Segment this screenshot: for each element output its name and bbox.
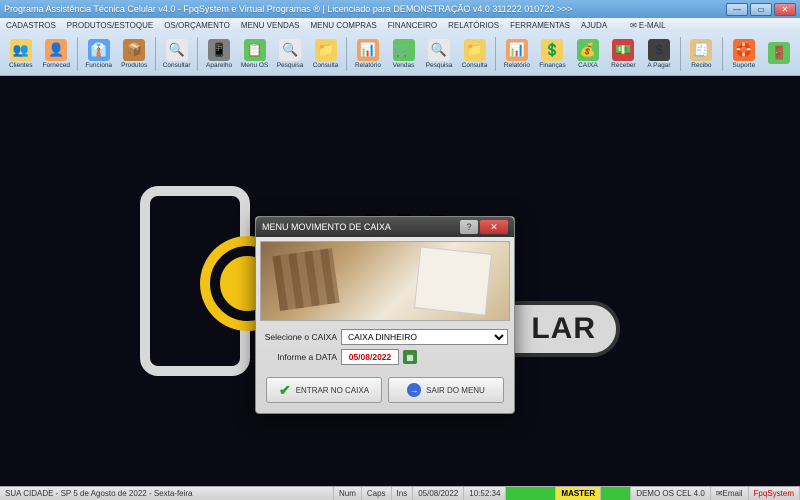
menu-relatorios[interactable]: RELATÓRIOS	[448, 21, 499, 30]
dialog-title: MENU MOVIMENTO DE CAIXA	[262, 222, 460, 232]
date-label: Informe a DATA	[262, 352, 337, 362]
status-master: MASTER	[556, 487, 601, 500]
window-title: Programa Assistência Técnica Celular v4.…	[4, 4, 726, 14]
menu-financeiro[interactable]: FINANCEIRO	[388, 21, 437, 30]
toolbar-icon: 👔	[88, 39, 110, 61]
caixa-select-label: Selecione o CAIXA	[262, 332, 337, 342]
toolbar-icon: 📋	[244, 39, 266, 61]
menubar: CADASTROS PRODUTOS/ESTOQUE OS/ORÇAMENTO …	[0, 18, 800, 32]
toolbar-relatório[interactable]: 📊Relatório	[500, 34, 534, 74]
toolbar-consultar[interactable]: 🔍Consultar	[160, 34, 194, 74]
toolbar-aparelho[interactable]: 📱Aparelho	[202, 34, 236, 74]
toolbar-icon: $	[648, 39, 670, 61]
dialog-banner-image	[260, 241, 510, 321]
workspace: O NA LAR MENU MOVIMENTO DE CAIXA ? ✕ Sel…	[0, 76, 800, 486]
toolbar-icon: 📊	[506, 39, 528, 61]
toolbar-consulta[interactable]: 📁Consulta	[458, 34, 492, 74]
menu-vendas[interactable]: MENU VENDAS	[241, 21, 300, 30]
menu-os[interactable]: OS/ORÇAMENTO	[164, 21, 230, 30]
toolbar-finanças[interactable]: 💲Finanças	[536, 34, 570, 74]
toolbar: 👥Clientes👤Forneced👔Funciona📦Produtos 🔍Con…	[0, 32, 800, 76]
toolbar-clientes[interactable]: 👥Clientes	[4, 34, 38, 74]
maximize-button[interactable]: ▭	[750, 3, 772, 16]
status-ins: Ins	[392, 487, 414, 500]
toolbar-pesquisa[interactable]: 🔍Pesquisa	[273, 34, 307, 74]
toolbar-menu os[interactable]: 📋Menu OS	[238, 34, 272, 74]
dialog-titlebar[interactable]: MENU MOVIMENTO DE CAIXA ? ✕	[256, 217, 514, 237]
toolbar-suporte[interactable]: 🛟Suporte	[727, 34, 761, 74]
menu-ajuda[interactable]: AJUDA	[581, 21, 607, 30]
dialog-close-button[interactable]: ✕	[480, 220, 508, 234]
menu-cadastros[interactable]: CADASTROS	[6, 21, 56, 30]
status-brand: FpqSystem	[749, 487, 800, 500]
calendar-icon[interactable]: ▦	[403, 350, 417, 364]
toolbar-icon: 📁	[315, 39, 337, 61]
status-caps: Caps	[362, 487, 392, 500]
toolbar-receber[interactable]: 💵Receber	[607, 34, 641, 74]
status-date: 05/08/2022	[413, 487, 464, 500]
status-indicator-green2	[601, 487, 631, 500]
caixa-select[interactable]: CAIXA DINHEIRO	[341, 329, 508, 345]
toolbar-caixa[interactable]: 💰CAIXA	[571, 34, 605, 74]
status-indicator-green	[506, 487, 556, 500]
toolbar-exit[interactable]: 🚪	[763, 34, 797, 74]
toolbar-icon: 📱	[208, 39, 230, 61]
status-time: 10:52:34	[464, 487, 506, 500]
toolbar-consulta[interactable]: 📁Consulta	[309, 34, 343, 74]
toolbar-icon: 🔍	[279, 39, 301, 61]
status-num: Num	[334, 487, 362, 500]
toolbar-funciona[interactable]: 👔Funciona	[82, 34, 116, 74]
toolbar-a pagar[interactable]: $A Pagar	[642, 34, 676, 74]
arrow-right-icon: →	[407, 383, 421, 397]
caixa-dialog: MENU MOVIMENTO DE CAIXA ? ✕ Selecione o …	[255, 216, 515, 414]
window-titlebar: Programa Assistência Técnica Celular v4.…	[0, 0, 800, 18]
toolbar-icon: 🔍	[428, 39, 450, 61]
toolbar-vendas[interactable]: 🛒Vendas	[387, 34, 421, 74]
toolbar-relatório[interactable]: 📊Relatório	[351, 34, 385, 74]
menu-produtos[interactable]: PRODUTOS/ESTOQUE	[67, 21, 153, 30]
toolbar-recibo[interactable]: 🧾Recibo	[685, 34, 719, 74]
toolbar-icon: 💵	[612, 39, 634, 61]
minimize-button[interactable]: —	[726, 3, 748, 16]
menu-ferramentas[interactable]: FERRAMENTAS	[510, 21, 570, 30]
toolbar-icon: 💲	[541, 39, 563, 61]
window-controls: — ▭ ✕	[726, 3, 796, 16]
toolbar-icon: 📊	[357, 39, 379, 61]
status-email[interactable]: ✉ Email	[711, 487, 749, 500]
toolbar-icon: 🚪	[768, 42, 790, 64]
status-location: SUA CIDADE - SP 5 de Agosto de 2022 - Se…	[0, 487, 334, 500]
toolbar-icon: 👤	[45, 39, 67, 61]
toolbar-forneced[interactable]: 👤Forneced	[40, 34, 74, 74]
toolbar-icon: 🛟	[733, 39, 755, 61]
toolbar-icon: 👥	[10, 39, 32, 61]
statusbar: SUA CIDADE - SP 5 de Agosto de 2022 - Se…	[0, 486, 800, 500]
exit-menu-button[interactable]: → SAIR DO MENU	[388, 377, 504, 403]
dialog-body: Selecione o CAIXA CAIXA DINHEIRO Informe…	[256, 237, 514, 413]
toolbar-icon: 🧾	[690, 39, 712, 61]
toolbar-icon: 🔍	[166, 39, 188, 61]
dialog-help-button[interactable]: ?	[460, 220, 478, 234]
toolbar-icon: 📦	[123, 39, 145, 61]
toolbar-produtos[interactable]: 📦Produtos	[117, 34, 151, 74]
toolbar-icon: 🛒	[393, 39, 415, 61]
status-demo: DEMO OS CEL 4.0	[631, 487, 711, 500]
toolbar-pesquisa[interactable]: 🔍Pesquisa	[422, 34, 456, 74]
close-button[interactable]: ✕	[774, 3, 796, 16]
enter-caixa-button[interactable]: ✔ ENTRAR NO CAIXA	[266, 377, 382, 403]
menu-compras[interactable]: MENU COMPRAS	[311, 21, 377, 30]
date-input[interactable]	[341, 349, 399, 365]
check-icon: ✔	[279, 382, 291, 399]
toolbar-icon: 📁	[464, 39, 486, 61]
email-button[interactable]: ✉ E-MAIL	[630, 21, 665, 30]
toolbar-icon: 💰	[577, 39, 599, 61]
